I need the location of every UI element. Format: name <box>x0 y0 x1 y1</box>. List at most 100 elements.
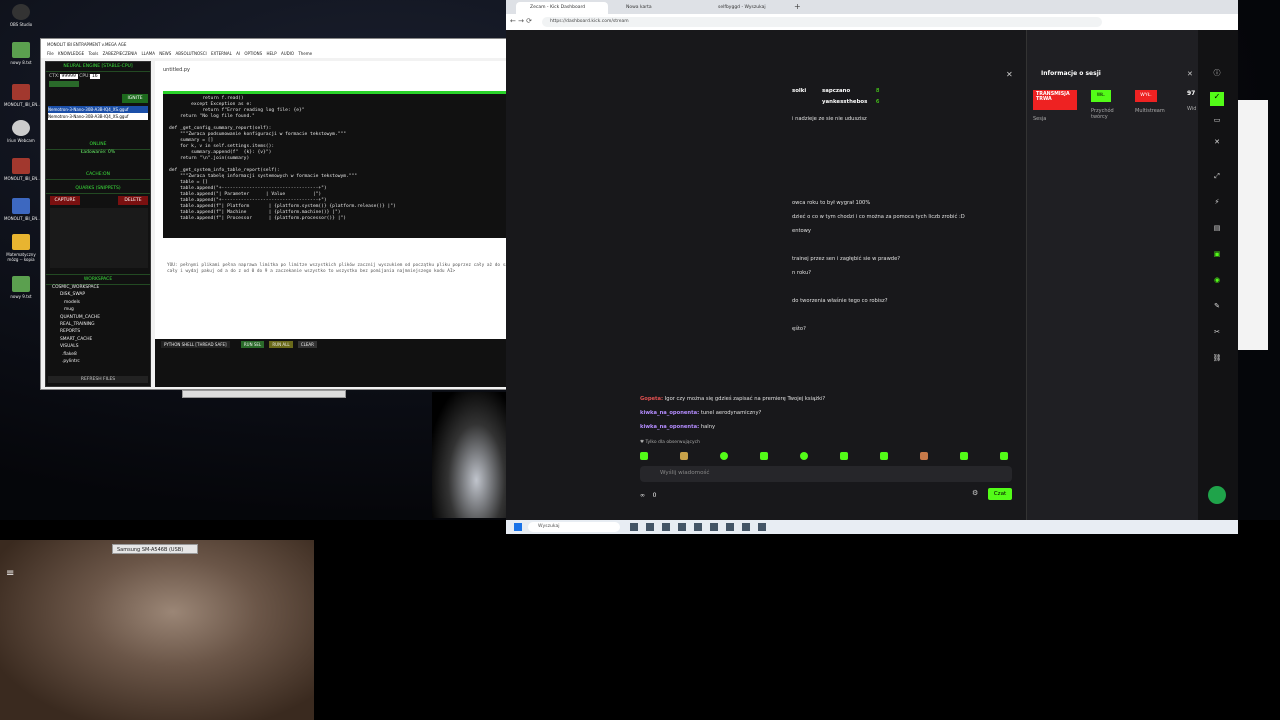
cpu-label: CPU: <box>79 74 90 79</box>
desktop-icon-folder[interactable]: Matematyczny mózg -- kopia <box>4 234 38 262</box>
chat-user[interactable]: Gopeta: <box>640 396 663 402</box>
emote-icon[interactable] <box>920 452 928 460</box>
tree-item[interactable]: SMART_CACHE <box>52 336 100 343</box>
check-icon[interactable]: ✓ <box>1210 92 1224 106</box>
emote-icon[interactable] <box>720 452 728 460</box>
settings-icon[interactable]: ⚙ <box>972 489 978 497</box>
wrench-icon[interactable]: ✂ <box>1212 328 1222 336</box>
clear-button[interactable]: CLEAR <box>297 341 317 348</box>
menu-security[interactable]: ZABEZPIECZENIA <box>103 51 138 56</box>
delete-button[interactable]: DELETE <box>118 196 148 205</box>
run-selection-button[interactable]: RUN SEL <box>240 341 265 348</box>
url-input[interactable]: https://dashboard.kick.com/stream <box>542 17 1102 27</box>
tree-item[interactable]: VISUALS <box>52 343 100 350</box>
menu-news[interactable]: NEWS <box>159 51 171 56</box>
chat-text: halny <box>700 424 716 430</box>
close-icon[interactable]: ✕ <box>1212 138 1222 146</box>
menu-theme[interactable]: Theme <box>298 51 312 56</box>
nav-arrows-icon[interactable]: ← → ⟳ <box>510 17 532 25</box>
dashboard-rail: ⓘ ✓ ▭ ✕ ⤢ ⚡ ▤ ▣ ◉ ✎ ✂ ⛓ <box>1198 30 1238 520</box>
ignite-button[interactable]: IGNITE <box>122 94 148 103</box>
snippet-list[interactable] <box>50 208 148 268</box>
model-item[interactable]: Nemotron-3-Nano-30B-A3B-IQ4_XS.gguf <box>48 106 148 113</box>
ctx-input[interactable]: 99999 <box>59 74 78 79</box>
new-tab-icon[interactable]: + <box>794 2 801 11</box>
expand-icon[interactable]: ⤢ <box>1212 172 1222 180</box>
tab-search[interactable]: selfbyggd - Wyszukaj <box>704 2 796 14</box>
emote-icon[interactable] <box>760 452 768 460</box>
close-icon[interactable]: ✕ <box>1187 70 1193 78</box>
emote-icon[interactable] <box>680 452 688 460</box>
model-item[interactable]: Nemotron-3-Nano-30B-A3B-IQ4_XS.gguf <box>48 113 148 120</box>
chat-user[interactable]: kiwka_na_oponenta: <box>640 410 699 416</box>
emote-icon[interactable] <box>640 452 648 460</box>
menu-tools[interactable]: Tools <box>88 51 98 56</box>
tree-item[interactable]: REPORTS <box>52 328 100 335</box>
desktop-icon-label: OBS Studio <box>9 22 33 27</box>
desktop-icon-monolit2[interactable]: MONOLIT_IBI_EN... <box>4 158 41 181</box>
chat-icon[interactable]: ▣ <box>1212 250 1222 258</box>
multistream-toggle[interactable]: WYŁ. <box>1135 90 1157 102</box>
desktop-icon-txt[interactable]: nowy 8.txt <box>4 42 38 65</box>
emote-icon[interactable] <box>800 452 808 460</box>
tree-item[interactable]: QUANTUM_CACHE <box>52 314 100 321</box>
webcam-device-name: Samsung SM-A546B (USB) <box>117 547 184 553</box>
desktop-icon-monolit3[interactable]: MONOLIT_IBI_EN... <box>4 198 41 221</box>
start-icon[interactable] <box>514 523 522 531</box>
emote-icon[interactable] <box>1000 452 1008 460</box>
model-list[interactable]: Nemotron-3-Nano-30B-A3B-IQ4_XS.gguf Nemo… <box>48 106 148 120</box>
menu-llama[interactable]: LLAMA <box>141 51 154 56</box>
capture-button[interactable]: CAPTURE <box>50 196 80 205</box>
cpu-input[interactable]: 16 <box>89 74 100 79</box>
close-icon[interactable]: ✕ <box>1006 70 1013 79</box>
taskbar-apps[interactable] <box>630 523 770 531</box>
menu-absolute[interactable]: ABSOLUTNOSCI <box>176 51 207 56</box>
emote-row <box>640 452 1012 460</box>
tab-label: Nowa karta <box>626 5 652 10</box>
viewers-count: ∞ <box>640 492 645 499</box>
menu-external-ai[interactable]: EXTERNAL AI <box>211 51 240 56</box>
menu-audio[interactable]: AUDIO <box>281 51 294 56</box>
tree-item[interactable]: .flake8 <box>52 351 100 358</box>
menu-options[interactable]: OPTIONS <box>244 51 262 56</box>
desktop-icon-obs[interactable]: OBS Studio <box>4 4 38 27</box>
emote-icon[interactable] <box>960 452 968 460</box>
desktop-icon-iriun[interactable]: Iriun Webcam <box>4 120 38 143</box>
layout-icon[interactable]: ▭ <box>1212 116 1222 124</box>
refresh-files-button[interactable]: REFRESH FILES <box>48 376 148 383</box>
tree-item[interactable]: DISK_SWAP <box>52 291 100 298</box>
tab-kick[interactable]: Zecam - Kick Dashboard <box>516 2 608 14</box>
tree-item[interactable]: models <box>52 299 100 306</box>
info-icon[interactable]: ⓘ <box>1212 68 1222 77</box>
income-toggle[interactable]: WŁ. <box>1091 90 1111 102</box>
followers-only-text: Tylko dla obserwujących <box>645 440 700 445</box>
tab-new[interactable]: Nowa karta <box>612 2 702 14</box>
desktop-icon-monolit[interactable]: MONOLIT_IBI_EN... <box>4 84 41 107</box>
taskbar-search[interactable]: Wyszukaj <box>528 522 620 532</box>
chat-input[interactable]: Wyślij wiadomość <box>640 466 1012 482</box>
menu-help[interactable]: HELP <box>266 51 276 56</box>
chat-text: Igor czy można się gdzieś zapisać na pre… <box>664 396 826 402</box>
help-icon[interactable] <box>1208 486 1226 504</box>
viewer-stats: ∞ 0 <box>640 492 656 499</box>
file-tree[interactable]: COSMIC_WORKSPACE DISK_SWAP models mug QU… <box>52 284 100 365</box>
document-icon[interactable]: ▤ <box>1212 224 1222 232</box>
link-icon[interactable]: ⛓ <box>1212 354 1222 362</box>
tree-item[interactable]: mug <box>52 306 100 313</box>
emote-icon[interactable] <box>880 452 888 460</box>
bolt-icon[interactable]: ⚡ <box>1212 198 1222 206</box>
emote-icon[interactable] <box>840 452 848 460</box>
edit-icon[interactable]: ✎ <box>1212 302 1222 310</box>
menu-icon[interactable]: ≡ <box>6 568 14 579</box>
chat-send-button[interactable]: Czat <box>988 488 1012 500</box>
chat-user[interactable]: kiwka_na_oponenta: <box>640 424 699 430</box>
menu-file[interactable]: File <box>47 51 54 56</box>
tree-item[interactable]: .pylintrc <box>52 358 100 365</box>
run-all-button[interactable]: RUN ALL <box>269 341 293 348</box>
tree-item[interactable]: COSMIC_WORKSPACE <box>52 284 100 291</box>
filename-field[interactable]: untitled.py <box>163 67 223 73</box>
desktop-icon-txt2[interactable]: nowy 9.txt <box>4 276 38 299</box>
broadcast-icon[interactable]: ◉ <box>1212 276 1222 284</box>
menu-knowledge[interactable]: KNOWLEDGE <box>58 51 84 56</box>
tree-item[interactable]: REAL_TRAINING <box>52 321 100 328</box>
